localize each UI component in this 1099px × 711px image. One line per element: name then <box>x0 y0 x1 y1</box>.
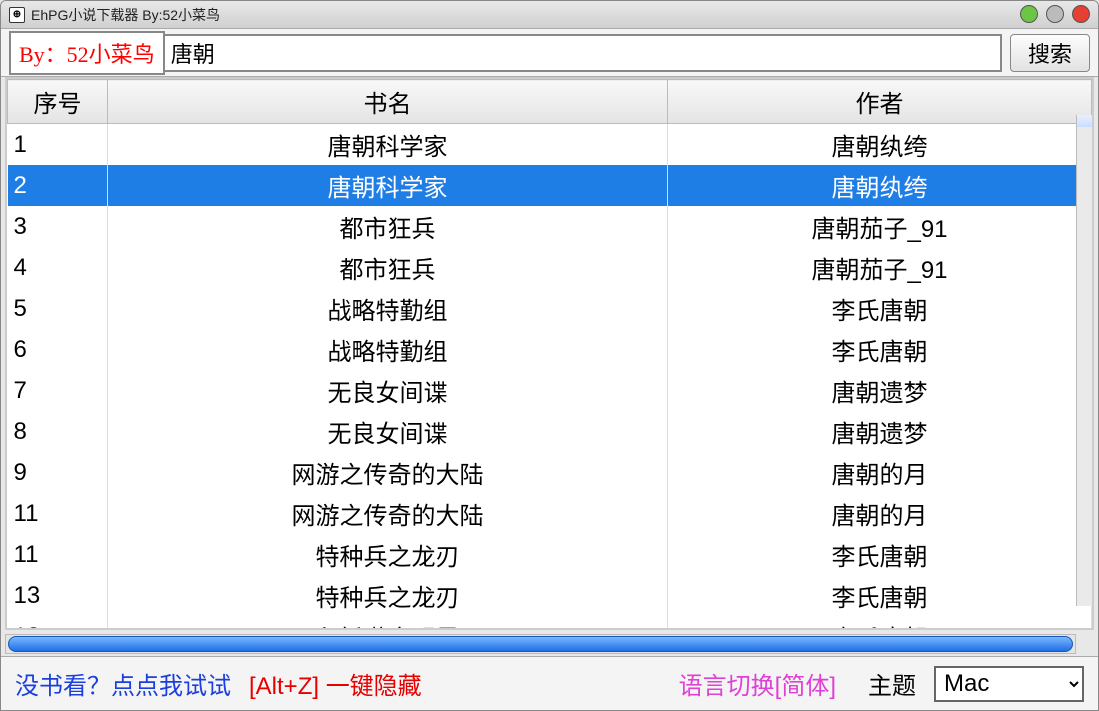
table-row[interactable]: 2唐朝科学家唐朝纨绔 <box>8 165 1092 206</box>
cell-seq: 13 <box>8 575 108 616</box>
table-row[interactable]: 6战略特勤组李氏唐朝 <box>8 329 1092 370</box>
cell-title: 网游之传奇的大陆 <box>108 452 668 493</box>
cell-author: 唐朝纨绔 <box>668 165 1092 206</box>
table-row[interactable]: 7无良女间谍唐朝遗梦 <box>8 370 1092 411</box>
cell-author: 唐朝遗梦 <box>668 370 1092 411</box>
minimize-button[interactable] <box>1020 5 1038 23</box>
cell-title: 唐朝科学家 <box>108 124 668 166</box>
cell-author: 李氏唐朝 <box>668 288 1092 329</box>
search-input[interactable] <box>165 34 1002 72</box>
col-header-author[interactable]: 作者 <box>668 80 1092 124</box>
cell-title: 都市狂兵 <box>108 206 668 247</box>
cell-title: 都市狂兵 <box>108 247 668 288</box>
cell-title: 无良女间谍 <box>108 411 668 452</box>
cell-author: 唐朝茄子_91 <box>668 206 1092 247</box>
cell-seq: 9 <box>8 452 108 493</box>
close-button[interactable] <box>1072 5 1090 23</box>
cell-author: 唐朝纨绔 <box>668 124 1092 166</box>
results-table: 序号 书名 作者 1唐朝科学家唐朝纨绔2唐朝科学家唐朝纨绔3都市狂兵唐朝茄子_9… <box>5 77 1094 630</box>
cell-author: 李氏唐朝 <box>668 534 1092 575</box>
app-icon: ⊕ <box>9 7 25 23</box>
cell-title: 战略特勤组 <box>108 288 668 329</box>
table-row[interactable]: 11网游之传奇的大陆唐朝的月 <box>8 493 1092 534</box>
horizontal-scrollbar[interactable] <box>5 634 1076 654</box>
cell-title: 拜托啦大明星 <box>108 616 668 628</box>
cell-author: 唐朝的月 <box>668 452 1092 493</box>
cell-title: 战略特勤组 <box>108 329 668 370</box>
cell-seq: 4 <box>8 247 108 288</box>
window-title: EhPG小说下载器 By:52小菜鸟 <box>31 5 220 25</box>
cell-seq: 1 <box>8 124 108 166</box>
cell-seq: 8 <box>8 411 108 452</box>
table-row[interactable]: 13特种兵之龙刃李氏唐朝 <box>8 575 1092 616</box>
cell-author: 唐朝茄子_91 <box>668 247 1092 288</box>
table-row[interactable]: 11特种兵之龙刃李氏唐朝 <box>8 534 1092 575</box>
table-row[interactable]: 9网游之传奇的大陆唐朝的月 <box>8 452 1092 493</box>
cell-title: 特种兵之龙刃 <box>108 534 668 575</box>
author-badge: By：52小菜鸟 <box>9 31 165 75</box>
cell-author: 唐朝的月 <box>668 493 1092 534</box>
table-row[interactable]: 5战略特勤组李氏唐朝 <box>8 288 1092 329</box>
random-book-link[interactable]: 没书看？点点我试试 <box>15 666 231 701</box>
statusbar: 没书看？点点我试试 [Alt+Z] 一键隐藏 语言切换[简体] 主题 Mac <box>1 656 1098 710</box>
col-header-seq[interactable]: 序号 <box>8 80 108 124</box>
table-row[interactable]: 3都市狂兵唐朝茄子_91 <box>8 206 1092 247</box>
cell-seq: 2 <box>8 165 108 206</box>
cell-author: 李氏唐朝 <box>668 616 1092 628</box>
col-header-title[interactable]: 书名 <box>108 80 668 124</box>
titlebar: ⊕ EhPG小说下载器 By:52小菜鸟 <box>1 1 1098 29</box>
search-toolbar: By：52小菜鸟 搜索 <box>1 29 1098 77</box>
cell-seq: 11 <box>8 493 108 534</box>
table-row[interactable]: 4都市狂兵唐朝茄子_91 <box>8 247 1092 288</box>
cell-title: 网游之传奇的大陆 <box>108 493 668 534</box>
theme-label: 主题 <box>868 666 916 701</box>
hide-shortcut-label: [Alt+Z] 一键隐藏 <box>249 666 422 701</box>
language-toggle[interactable]: 语言切换[简体] <box>679 666 836 701</box>
search-button[interactable]: 搜索 <box>1010 34 1090 72</box>
cell-seq: 6 <box>8 329 108 370</box>
cell-title: 无良女间谍 <box>108 370 668 411</box>
cell-author: 李氏唐朝 <box>668 329 1092 370</box>
cell-seq: 11 <box>8 534 108 575</box>
cell-author: 李氏唐朝 <box>668 575 1092 616</box>
table-row[interactable]: 13拜托啦大明星李氏唐朝 <box>8 616 1092 628</box>
cell-seq: 7 <box>8 370 108 411</box>
cell-seq: 5 <box>8 288 108 329</box>
cell-seq: 3 <box>8 206 108 247</box>
maximize-button[interactable] <box>1046 5 1064 23</box>
vertical-scrollbar[interactable] <box>1076 115 1094 606</box>
cell-author: 唐朝遗梦 <box>668 411 1092 452</box>
cell-title: 唐朝科学家 <box>108 165 668 206</box>
cell-title: 特种兵之龙刃 <box>108 575 668 616</box>
table-row[interactable]: 8无良女间谍唐朝遗梦 <box>8 411 1092 452</box>
cell-seq: 13 <box>8 616 108 628</box>
theme-select[interactable]: Mac <box>934 666 1084 702</box>
table-row[interactable]: 1唐朝科学家唐朝纨绔 <box>8 124 1092 166</box>
